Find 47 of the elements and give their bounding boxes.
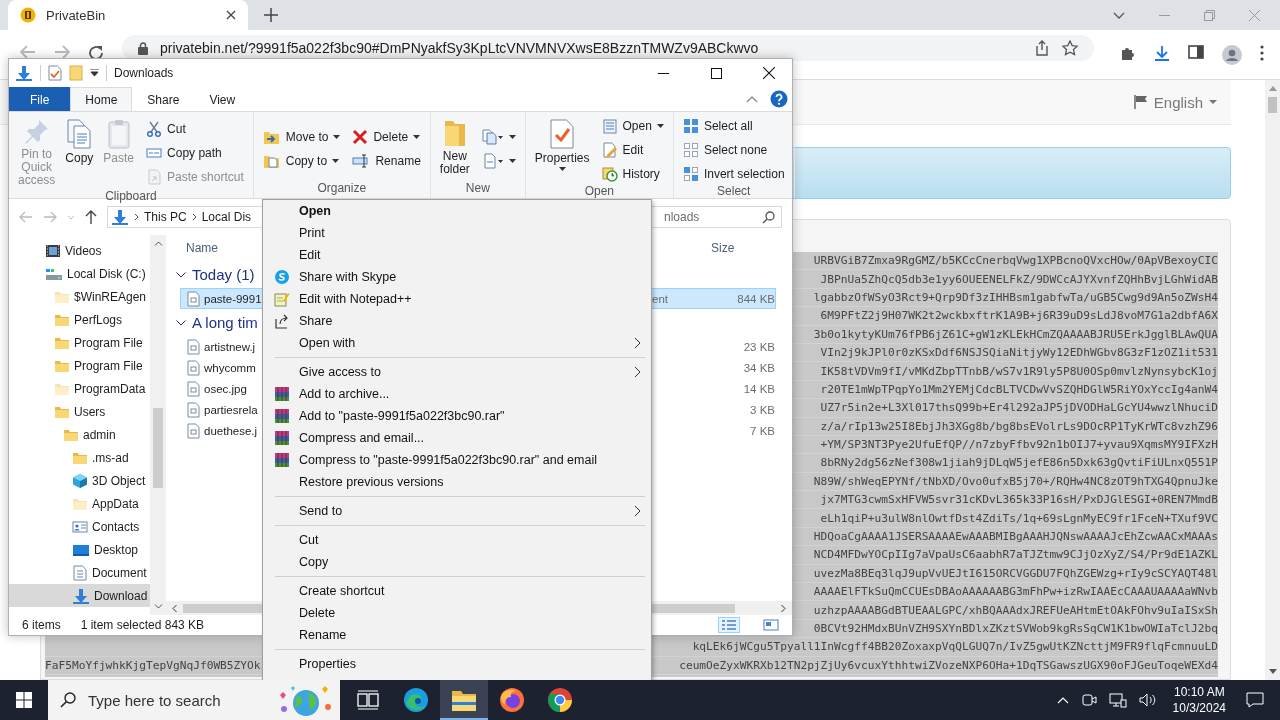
file-name: osec.jpg [204, 382, 247, 395]
code-line: r20TE1mWpTPqpYo1Mm2YEMjCdcBLTVCDwVvSZQHDGlW5RiYOxYccIg4anW4 [820, 382, 1218, 396]
clock-date: 10/3/2024 [1172, 700, 1226, 716]
code-line: 6M9PFtZ2j9H07WK2t2wckbxftrK1A9B+j6R39uD9sLdJ8voM7G1a2dbfA6X [820, 309, 1218, 323]
file-name: whycomm [204, 361, 256, 374]
file-type: ent [652, 292, 669, 305]
code-line: VIn2j9kJPl0r0zKSxDdf6NSJSQiaNitjyWy12EDhWGbv8G3zF1zOZ1it531 [820, 346, 1218, 360]
file-size: 844 KB [736, 292, 775, 305]
file-name: paste-9991 [204, 292, 262, 305]
code-line: +YM/SP3NT3Pye2UfuEfQP//n7zbyFfbv92n1bOIJ7+yvau9XqmsMY9IFXzH [820, 438, 1218, 452]
item-count: 6 items [22, 618, 61, 632]
code-line: lgabbzOfWSyO3Rct9+Qrp9Df3zIHHBsm1gabfwTa/uGB5Cwg9d9An5oZWsH4 [813, 290, 1218, 304]
code-line: HDQoaCgAAAA1JSERSAAAAEwAAABMIBgAAAHJQNswAAAAJcEhZcwAACxMAAAs [813, 530, 1218, 544]
group-label: Clipboard [104, 189, 158, 205]
file-name: partiesrela [204, 403, 258, 416]
code-line: uzhzpAAAABGdBTUEAALGPC/xhBQAAAdxJREFUeAHtmEtOAkFOhv9uIaISxSh [813, 603, 1218, 617]
code-line: kqLEk6jWCgu5Tpyall1InWcgff4BB20ZoxaxpVqQLGUQ7n/IvZ5gwUtKZNcttjM9FR9flqFcmnuuLD [692, 640, 1218, 654]
code-line: 0BCVt92HMdxBUnVZH9SXYnBDlxZKztSVWob9kgRsSqCW1K1bwOWIaTclJ2bq [813, 622, 1218, 635]
code-line: eLh1qiP+u3ulW8nlOwtfDst4ZdiTs/1q+69sLgnMyEC9fr1FceN+TXuf9VC [820, 511, 1218, 525]
selection-info: 1 item selected 843 KB [80, 618, 205, 632]
group-label: Organize [316, 181, 368, 197]
file-size: 3 KB [749, 403, 775, 416]
window-title: Downloads [114, 66, 174, 80]
group-label: Select [716, 184, 752, 200]
code-line: URBVGiB7Zmxa9RgGMZ/b5KCcCnerbqVwg1XPBcnoQVxcHOw/0ApVBexoyCIC [813, 254, 1218, 268]
code-line: AAAAElFTkSuQmCCUEsDBAoAAAAAABG3mFhPw+izRwIAAEcCAAAUAAAAaWNvb [813, 585, 1218, 599]
code-line: uvezMa8BEq3lqJ9upVvUEJtI615ORCVGGDU7FQhZGEWzg+rIy9cSCYAQT48l [813, 566, 1218, 580]
code-line: 8bRNy2dg56zNef308w1jiah9jDLqW5jefE86n5Dxk63gQvtiFiULnxQ551P [820, 456, 1218, 470]
code-line: UZ7r5in2e+L3Xl017thsQ99b+Er4l292aJP5jDVODHaLGcYU4wwzlNhuciD [820, 401, 1218, 415]
clock-time: 10:10 AM [1173, 684, 1225, 700]
code-line: JBPnUa5ZhQcQ5db3e1yy6OUEENELFkZ/9DWCcAJYXvnfZQHhBvjLGhWidAB [820, 272, 1218, 286]
file-size: 23 KB [742, 340, 775, 353]
group-label: New [464, 181, 491, 197]
code-line: NCD4MFDwYOCpIIg7aVpaUsC6aabhR7aTJZtmw9CJjOzXyZ/S4/Pr9dE1AZKL [813, 548, 1218, 562]
file-name: artistnew.j [204, 340, 256, 353]
code-line: N89W/shWeqEPYNf/tNbXD/Ovo0ufxB5j70+/RQHw4NC8zOT9hTXG4QpnuJke [813, 474, 1218, 488]
code-line: jx7MTG3cwmSxHFVW5svr31cKDvL365k33P16sH/PxDJGlESGI+0REN7MmdB [820, 493, 1218, 507]
file-size: 34 KB [742, 361, 775, 374]
code-line: 3b0o1kytyKUm76fPB6jZ61C+gW1zKLEkHCmZQAAAABJRU5ErkJgglBLAwQUA [813, 327, 1218, 341]
file-name: duethese.j [204, 424, 258, 437]
code-line: FaF5MoYfjwhkKjgTepVgNqJf0WB5ZYOk [45, 658, 261, 672]
code-line: IK58tVDVm9fI/vMKdZbpTTnbB/wS7v1R9ly5P8U0OSp0mvlzNynsybcK1oj [820, 364, 1218, 378]
file-size: 7 KB [749, 424, 775, 437]
group-label: Open [583, 184, 616, 200]
code-line: z/a/rIp13w25I8EbjJh3XGg8b/bg8bsEVolrLs9DOcRP1TyKrWTc8vzhZ96 [820, 419, 1218, 433]
code-line: ceumOeZyxWKRXb12TN2pjZjUy6vcuxYthhtwiZVozeNXP6OHa+1DqTSGawszUGX90oFJGeuToqeWEXd4 [679, 658, 1218, 672]
file-size: 14 KB [742, 382, 775, 395]
